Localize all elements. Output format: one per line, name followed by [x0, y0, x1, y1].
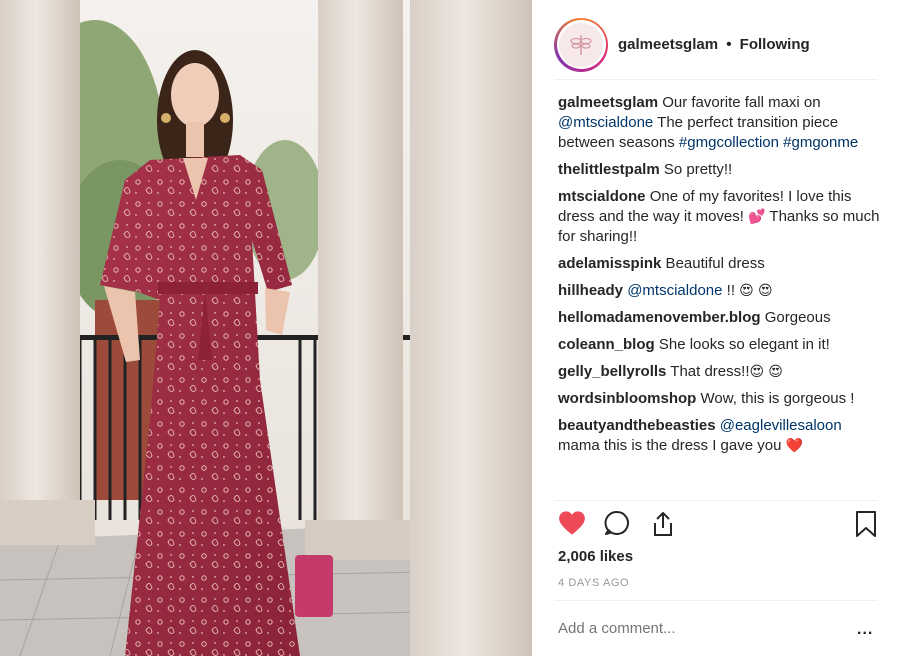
following-button[interactable]: Following: [740, 36, 810, 53]
comment: hellomadamenovember.blog Gorgeous: [558, 308, 880, 328]
comment-text: mama this is the dress I gave you: [558, 437, 786, 454]
comment-mention-link[interactable]: #gmgcollection: [679, 134, 779, 151]
comment: gelly_bellyrolls That dress!!😍 😍: [558, 362, 880, 382]
post-date[interactable]: 4 DAYS AGO: [558, 577, 629, 589]
avatar[interactable]: [554, 17, 608, 72]
comment-emoji: ❤️: [785, 438, 804, 454]
comment-username[interactable]: galmeetsglam: [558, 94, 658, 111]
header-separator: •: [726, 36, 732, 53]
share-icon[interactable]: [650, 510, 676, 543]
header-username[interactable]: galmeetsglam: [618, 36, 718, 53]
comment-username[interactable]: mtscialdone: [558, 188, 646, 205]
comment-username[interactable]: adelamisspink: [558, 255, 661, 272]
comment-text: Wow, this is gorgeous !: [696, 390, 855, 407]
action-bar: [558, 510, 880, 544]
comment: mtscialdone One of my favorites! I love …: [558, 187, 880, 247]
post-photo-illustration: [0, 0, 532, 656]
comment-text: So pretty!!: [659, 161, 733, 178]
comment: beautyandthebeasties @eaglevillesaloon m…: [558, 416, 880, 456]
comment-icon[interactable]: [604, 510, 630, 541]
comment-username[interactable]: coleann_blog: [558, 336, 655, 353]
comment-mention-link[interactable]: #gmgonme: [783, 134, 858, 151]
comment-emoji: 😍: [749, 364, 765, 380]
comment: adelamisspink Beautiful dress: [558, 254, 880, 274]
comment-username[interactable]: beautyandthebeasties: [558, 417, 716, 434]
avatar-border: [556, 20, 606, 69]
header-text: galmeetsglam • Following: [618, 36, 810, 53]
comment-text: Gorgeous: [760, 309, 831, 326]
comment-mention-link[interactable]: @eaglevillesaloon: [720, 417, 842, 434]
comment-username[interactable]: hellomadamenovember.blog: [558, 309, 761, 326]
add-comment-input[interactable]: [558, 620, 838, 637]
comment-emoji: 💕: [748, 209, 766, 225]
comment: galmeetsglam Our favorite fall maxi on @…: [558, 93, 880, 153]
comment-text: !!: [722, 282, 740, 299]
bookmark-icon[interactable]: [854, 510, 878, 543]
comment-emoji: 😍: [768, 364, 783, 380]
comment-text: Beautiful dress: [661, 255, 765, 272]
comment: hillheady @mtscialdone !! 😍 😍: [558, 281, 880, 301]
comment-username[interactable]: wordsinbloomshop: [558, 390, 696, 407]
comment-mention-link[interactable]: @mtscialdone: [558, 114, 653, 131]
comment-username[interactable]: gelly_bellyrolls: [558, 363, 666, 380]
comment-mention-link[interactable]: @mtscialdone: [627, 282, 722, 299]
comment: thelittlestpalm So pretty!!: [558, 160, 880, 180]
post-side-panel: galmeetsglam • Following galmeetsglam Ou…: [532, 0, 900, 656]
post-header: galmeetsglam • Following: [554, 10, 878, 80]
dragonfly-logo-icon: [570, 34, 592, 55]
comment-text: She looks so elegant in it!: [654, 336, 830, 353]
post-photo[interactable]: [0, 0, 532, 656]
comment-emoji: 😍: [739, 283, 754, 299]
comment-text: Our favorite fall maxi on: [658, 94, 821, 111]
divider: [554, 500, 878, 501]
comment: wordsinbloomshop Wow, this is gorgeous !: [558, 389, 880, 409]
comment-username[interactable]: hillheady: [558, 282, 623, 299]
likes-count[interactable]: 2,006 likes: [558, 548, 633, 565]
comments-list: galmeetsglam Our favorite fall maxi on @…: [558, 93, 880, 463]
comment: coleann_blog She looks so elegant in it!: [558, 335, 880, 355]
comment-username[interactable]: thelittlestpalm: [558, 161, 660, 178]
avatar-image: [559, 22, 603, 67]
more-options-icon[interactable]: ...: [857, 621, 873, 639]
heart-filled-icon[interactable]: [558, 510, 586, 541]
comment-text: That dress!!: [666, 363, 750, 380]
comment-emoji: 😍: [757, 283, 773, 299]
divider: [554, 600, 878, 601]
